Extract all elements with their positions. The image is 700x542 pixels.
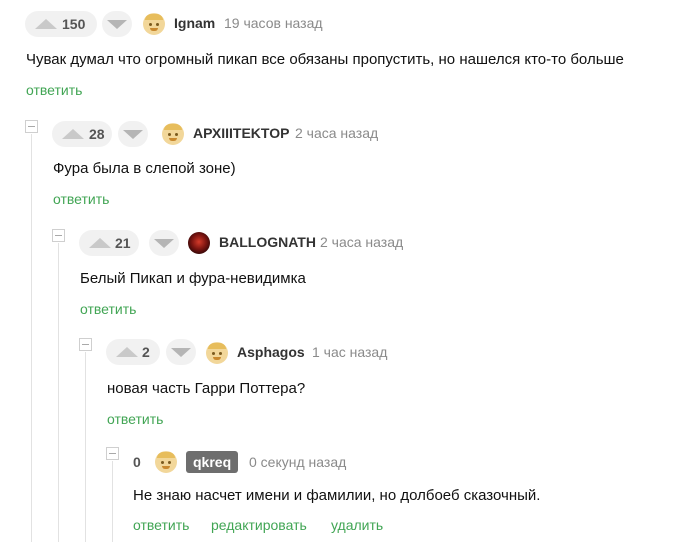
collapse-thread-icon[interactable] bbox=[52, 229, 65, 242]
reply-link[interactable]: ответить bbox=[26, 82, 82, 98]
thread-line-1 bbox=[31, 134, 32, 542]
comment-score: 21 bbox=[115, 235, 131, 251]
reply-link[interactable]: ответить bbox=[107, 411, 163, 427]
downvote-icon bbox=[171, 348, 191, 357]
comment-text: новая часть Гарри Поттера? bbox=[107, 380, 306, 397]
reply-link[interactable]: ответить bbox=[53, 191, 109, 207]
collapse-thread-icon[interactable] bbox=[106, 447, 119, 460]
upvote-icon bbox=[89, 238, 111, 248]
collapse-thread-icon[interactable] bbox=[25, 120, 38, 133]
downvote-icon bbox=[154, 239, 174, 248]
upvote-icon bbox=[35, 19, 57, 29]
upvote-button[interactable]: 2 bbox=[106, 339, 160, 365]
downvote-button[interactable] bbox=[149, 230, 179, 256]
upvote-icon bbox=[62, 129, 84, 139]
downvote-button[interactable] bbox=[166, 339, 196, 365]
comment-score: 28 bbox=[89, 126, 105, 142]
comment-score: 150 bbox=[62, 16, 86, 32]
comment-text: Не знаю насчет имени и фамилии, но долбо… bbox=[133, 487, 541, 504]
edit-link[interactable]: редактировать bbox=[211, 517, 307, 533]
comment-score: 0 bbox=[133, 454, 141, 470]
thread-line-3 bbox=[85, 352, 86, 542]
comment-time[interactable]: 1 час назад bbox=[312, 344, 387, 360]
comment-username[interactable]: Ignam bbox=[174, 15, 215, 31]
comment-time[interactable]: 19 часов назад bbox=[224, 15, 323, 31]
downvote-icon bbox=[107, 20, 127, 29]
comment-username-own-badge[interactable]: qkreq bbox=[186, 451, 239, 473]
comment-time[interactable]: 0 секунд назад bbox=[249, 454, 346, 470]
collapse-thread-icon[interactable] bbox=[79, 338, 92, 351]
downvote-icon bbox=[123, 130, 143, 139]
comment-username[interactable]: АРХIIITEKTOP bbox=[193, 125, 289, 141]
thread-line-4 bbox=[112, 461, 113, 542]
comment-text: Чувак думал что огромный пикап все обяза… bbox=[26, 51, 624, 68]
reply-link[interactable]: ответить bbox=[80, 301, 136, 317]
upvote-button[interactable]: 21 bbox=[79, 230, 139, 256]
comment-text: Белый Пикап и фура-невидимка bbox=[80, 270, 306, 287]
avatar-icon[interactable] bbox=[206, 342, 228, 364]
downvote-button[interactable] bbox=[102, 11, 132, 37]
reply-link[interactable]: ответить bbox=[133, 517, 189, 533]
avatar-icon[interactable] bbox=[188, 232, 210, 254]
comment-score: 2 bbox=[142, 344, 150, 360]
avatar-icon[interactable] bbox=[155, 451, 177, 473]
comment-time[interactable]: 2 часа назад bbox=[295, 125, 378, 141]
upvote-button[interactable]: 150 bbox=[25, 11, 97, 37]
avatar-icon[interactable] bbox=[162, 123, 184, 145]
comment-username[interactable]: BALLOGNATH bbox=[219, 234, 316, 250]
comment-text: Фура была в слепой зоне) bbox=[53, 160, 236, 177]
avatar-icon[interactable] bbox=[143, 13, 165, 35]
comment-username[interactable]: Asphagos bbox=[237, 344, 305, 360]
thread-line-2 bbox=[58, 243, 59, 542]
upvote-icon bbox=[116, 347, 138, 357]
downvote-button[interactable] bbox=[118, 121, 148, 147]
delete-link[interactable]: удалить bbox=[331, 517, 383, 533]
comment-time[interactable]: 2 часа назад bbox=[320, 234, 403, 250]
upvote-button[interactable]: 28 bbox=[52, 121, 112, 147]
